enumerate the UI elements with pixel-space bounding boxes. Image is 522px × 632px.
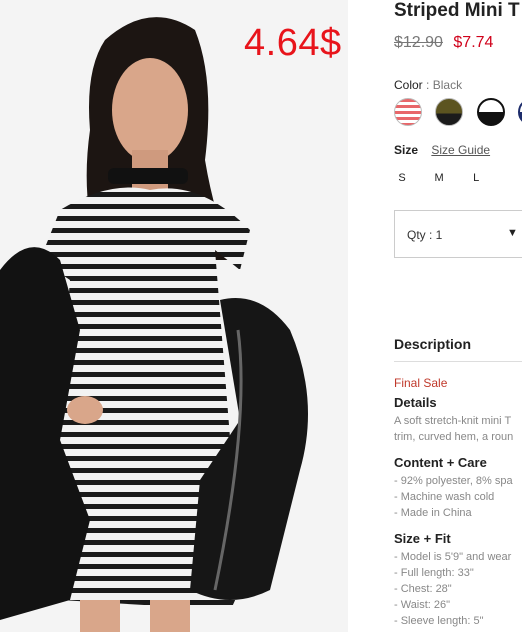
size-option-m[interactable]: M xyxy=(425,172,453,184)
quantity-select[interactable]: Qty : 1 ▼ xyxy=(394,210,522,258)
color-label: Color xyxy=(394,78,423,92)
fit-line-5: - Sleeve length: 5" xyxy=(394,615,484,627)
divider xyxy=(394,361,522,362)
fit-line-3: - Chest: 28" xyxy=(394,583,452,595)
fit-line-2: - Full length: 33" xyxy=(394,567,474,579)
details-title: Details xyxy=(394,395,437,410)
size-options: S M L xyxy=(394,172,502,184)
size-label: Size xyxy=(394,143,419,157)
details-line-2: trim, curved hem, a roun xyxy=(394,431,514,443)
care-line-2: - Machine wash cold xyxy=(394,491,495,503)
size-option-l[interactable]: L xyxy=(462,172,490,184)
sale-price: $7.74 xyxy=(453,34,494,51)
product-info-panel: Striped Mini T $12.90 $7.74 Color : Blac… xyxy=(394,0,522,632)
color-value: Black xyxy=(432,78,463,92)
price-overlay-text: 4.64$ xyxy=(244,22,342,64)
swatch-black[interactable] xyxy=(476,98,505,126)
original-price: $12.90 xyxy=(394,34,443,51)
fit-line-1: - Model is 5'9" and wear xyxy=(394,551,512,563)
description-heading[interactable]: Description xyxy=(394,336,471,352)
fit-line-4: - Waist: 26" xyxy=(394,599,451,611)
final-sale-label: Final Sale xyxy=(394,376,448,390)
model-illustration xyxy=(0,0,348,632)
swatch-olive[interactable] xyxy=(435,98,464,126)
product-image[interactable]: 4.64$ xyxy=(0,0,348,632)
color-separator: : xyxy=(426,78,430,92)
color-selector-label: Color : Black xyxy=(394,78,462,92)
content-care-title: Content + Care xyxy=(394,455,487,470)
care-line-1: - 92% polyester, 8% spa xyxy=(394,475,513,487)
size-guide-link[interactable]: Size Guide xyxy=(431,143,490,157)
quantity-value: Qty : 1 xyxy=(407,228,443,242)
details-line-1: A soft stretch-knit mini T xyxy=(394,415,512,427)
size-fit-title: Size + Fit xyxy=(394,531,451,546)
color-swatches xyxy=(394,98,522,126)
swatch-red-stripe[interactable] xyxy=(394,98,422,126)
chevron-down-icon: ▼ xyxy=(507,227,518,239)
care-line-3: - Made in China xyxy=(394,507,472,519)
swatch-navy[interactable] xyxy=(518,98,522,126)
size-selector-label: Size Size Guide xyxy=(394,143,490,157)
size-option-s[interactable]: S xyxy=(388,172,416,184)
price-row: $12.90 $7.74 xyxy=(394,34,493,52)
product-title: Striped Mini T xyxy=(394,0,520,21)
